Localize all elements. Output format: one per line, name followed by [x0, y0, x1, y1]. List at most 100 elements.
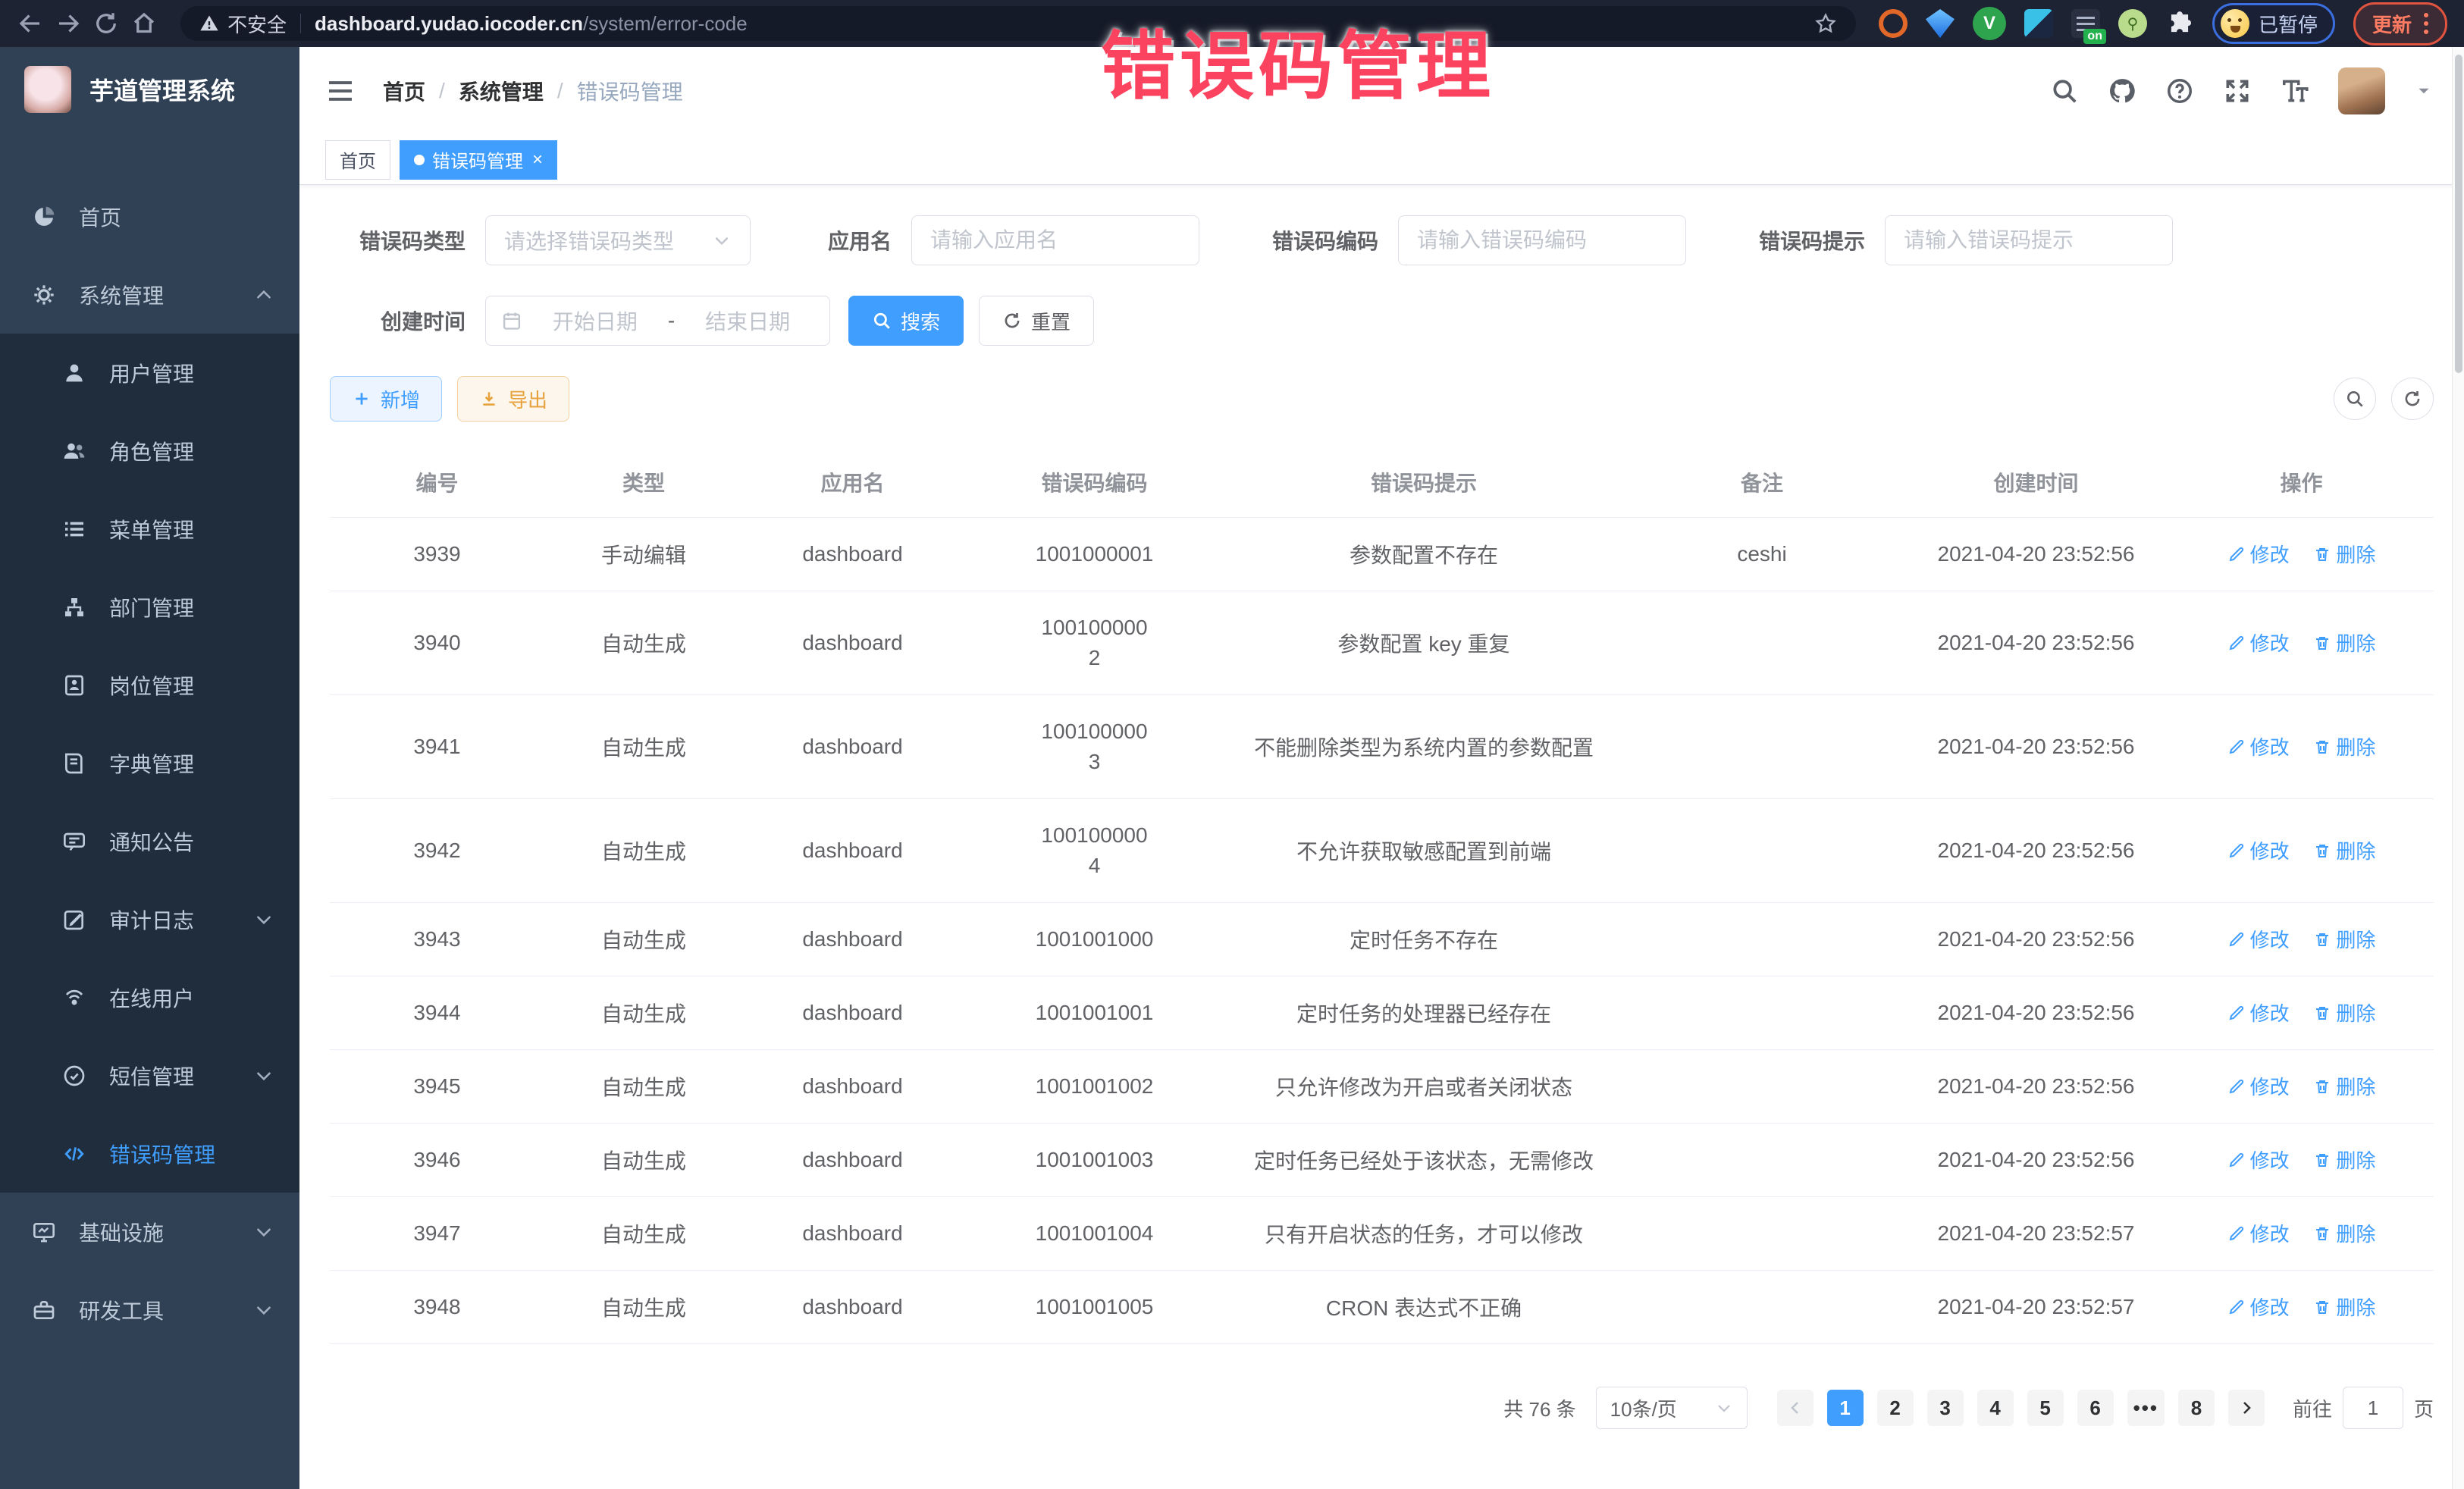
app-input[interactable]: [911, 215, 1199, 265]
edit-link[interactable]: 修改: [2227, 925, 2290, 953]
sidebar-item-user[interactable]: 用户管理: [0, 334, 299, 412]
breadcrumb-system[interactable]: 系统管理: [459, 76, 544, 106]
page-button-4[interactable]: 4: [1977, 1390, 2014, 1426]
address-bar[interactable]: 不安全 dashboard.yudao.iocoder.cn /system/e…: [180, 6, 1856, 41]
extensions-puzzle-icon[interactable]: [2165, 9, 2194, 38]
github-icon[interactable]: [2108, 77, 2136, 105]
date-end-placeholder[interactable]: 结束日期: [681, 306, 814, 336]
edit-link[interactable]: 修改: [2227, 1072, 2290, 1100]
sidebar-item-error-code[interactable]: 错误码管理: [0, 1114, 299, 1193]
sidebar-item-audit[interactable]: 审计日志: [0, 880, 299, 958]
edit-link[interactable]: 修改: [2227, 540, 2290, 568]
edit-link[interactable]: 修改: [2227, 1146, 2290, 1174]
help-icon[interactable]: [2165, 77, 2194, 105]
tab-error-code[interactable]: 错误码管理 ×: [400, 140, 557, 180]
tab-home[interactable]: 首页: [325, 140, 390, 180]
font-size-icon[interactable]: [2281, 77, 2309, 105]
page-button-5[interactable]: 5: [2027, 1390, 2064, 1426]
fullscreen-icon[interactable]: [2223, 77, 2252, 105]
add-button[interactable]: 新增: [330, 376, 442, 422]
extension-gem-icon[interactable]: [1926, 9, 1955, 38]
delete-link[interactable]: 删除: [2313, 629, 2375, 657]
sidebar-item-home[interactable]: 首页: [0, 177, 299, 255]
cell-type: 自动生成: [544, 1050, 743, 1124]
forward-icon[interactable]: [55, 10, 82, 37]
page-button-8[interactable]: 8: [2178, 1390, 2215, 1426]
delete-link[interactable]: 删除: [2313, 732, 2375, 760]
page-button-3[interactable]: 3: [1927, 1390, 1964, 1426]
cell-actions: 修改 删除: [2169, 695, 2434, 799]
delete-link[interactable]: 删除: [2313, 1219, 2375, 1247]
page-size-select[interactable]: 10条/页: [1596, 1387, 1748, 1429]
toggle-search-button[interactable]: [2334, 378, 2376, 420]
user-avatar[interactable]: [2338, 67, 2385, 114]
logo-row[interactable]: 芋道管理系统: [0, 47, 299, 132]
sidebar-item-dept[interactable]: 部门管理: [0, 568, 299, 646]
sidebar-item-online[interactable]: 在线用户: [0, 958, 299, 1036]
hamburger-icon[interactable]: [325, 76, 356, 106]
delete-link[interactable]: 删除: [2313, 998, 2375, 1027]
profile-paused-pill[interactable]: 已暂停: [2212, 3, 2335, 44]
msg-input[interactable]: [1885, 215, 2173, 265]
sidebar-item-devtool[interactable]: 研发工具: [0, 1271, 299, 1349]
browser-update-button[interactable]: 更新: [2353, 2, 2447, 45]
date-range-picker[interactable]: 开始日期 - 结束日期: [485, 296, 830, 346]
sidebar-item-system[interactable]: 系统管理: [0, 255, 299, 334]
reload-icon[interactable]: [92, 10, 120, 37]
extension-list-icon[interactable]: on: [2071, 9, 2100, 38]
edit-link[interactable]: 修改: [2227, 1219, 2290, 1247]
users-icon: [62, 439, 86, 463]
extension-ring-icon[interactable]: [1879, 9, 1908, 38]
sidebar-item-infra[interactable]: 基础设施: [0, 1193, 299, 1271]
prev-page-button[interactable]: [1777, 1390, 1814, 1426]
page-button-6[interactable]: 6: [2077, 1390, 2114, 1426]
next-page-button[interactable]: [2228, 1390, 2265, 1426]
caret-down-icon[interactable]: [2414, 81, 2434, 101]
delete-link[interactable]: 删除: [2313, 1146, 2375, 1174]
sidebar-item-sms[interactable]: 短信管理: [0, 1036, 299, 1114]
breadcrumb-home[interactable]: 首页: [383, 76, 425, 106]
page-button-2[interactable]: 2: [1877, 1390, 1914, 1426]
more-pages-button[interactable]: •••: [2127, 1390, 2165, 1426]
tab-close-icon[interactable]: ×: [532, 151, 543, 169]
delete-link[interactable]: 删除: [2313, 836, 2375, 864]
breadcrumb: 首页 / 系统管理 / 错误码管理: [383, 76, 683, 106]
goto-page-input[interactable]: [2343, 1387, 2403, 1429]
type-select[interactable]: 请选择错误码类型: [485, 215, 751, 265]
browser-menu-dots-icon[interactable]: [2424, 13, 2428, 34]
delete-link[interactable]: 删除: [2313, 925, 2375, 953]
home-icon[interactable]: [130, 10, 158, 37]
sidebar-item-menu[interactable]: 菜单管理: [0, 490, 299, 568]
page-button-1[interactable]: 1: [1827, 1390, 1864, 1426]
cell-id: 3947: [330, 1197, 544, 1271]
extension-cube-icon[interactable]: [2024, 9, 2053, 38]
search-icon[interactable]: [2050, 77, 2079, 105]
sidebar-item-post[interactable]: 岗位管理: [0, 646, 299, 724]
delete-link[interactable]: 删除: [2313, 1293, 2375, 1321]
delete-link[interactable]: 删除: [2313, 540, 2375, 568]
cell-id: 3940: [330, 591, 544, 695]
back-icon[interactable]: [17, 10, 44, 37]
refresh-table-button[interactable]: [2391, 378, 2434, 420]
scrollbar-thumb[interactable]: [2455, 55, 2462, 373]
search-button[interactable]: 搜索: [848, 296, 964, 346]
export-button[interactable]: 导出: [457, 376, 569, 422]
window-scrollbar[interactable]: [2452, 47, 2464, 1489]
edit-link[interactable]: 修改: [2227, 836, 2290, 864]
reset-button[interactable]: 重置: [979, 296, 1094, 346]
edit-link[interactable]: 修改: [2227, 998, 2290, 1027]
bookmark-star-icon[interactable]: [1814, 11, 1838, 36]
edit-link[interactable]: 修改: [2227, 629, 2290, 657]
date-start-placeholder[interactable]: 开始日期: [528, 306, 662, 336]
code-input[interactable]: [1398, 215, 1686, 265]
delete-link[interactable]: 删除: [2313, 1072, 2375, 1100]
sidebar-item-dict[interactable]: 字典管理: [0, 724, 299, 802]
edit-link[interactable]: 修改: [2227, 1293, 2290, 1321]
sidebar-item-notice[interactable]: 通知公告: [0, 802, 299, 880]
extension-vue-icon[interactable]: V: [1973, 7, 2006, 40]
extension-key-icon[interactable]: ⚲: [2118, 9, 2147, 38]
edit-link[interactable]: 修改: [2227, 732, 2290, 760]
main-area: 首页 / 系统管理 / 错误码管理: [299, 47, 2464, 1489]
table-row: 3944 自动生成 dashboard 1001001001 定时任务的处理器已…: [330, 976, 2434, 1050]
sidebar-item-role[interactable]: 角色管理: [0, 412, 299, 490]
